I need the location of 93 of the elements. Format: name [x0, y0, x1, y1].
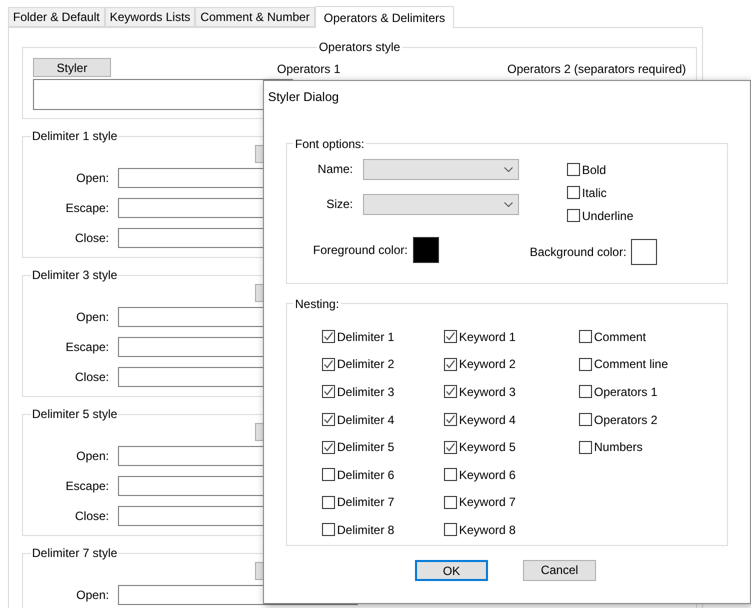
checkbox[interactable]: [444, 523, 457, 536]
checkbox[interactable]: [567, 186, 580, 200]
checkbox[interactable]: [444, 330, 457, 344]
check-icon: [323, 414, 334, 426]
checkbox-label: Keyword 2: [459, 356, 516, 374]
checkbox[interactable]: [322, 496, 335, 509]
tab[interactable]: Keywords Lists: [104, 7, 196, 27]
field-label: Escape:: [64, 200, 109, 217]
checkbox[interactable]: [579, 330, 592, 344]
checkbox-label: Keyword 4: [459, 412, 516, 429]
dialog-button[interactable]: Cancel: [523, 560, 596, 581]
checkbox[interactable]: [444, 358, 457, 371]
checkbox-label: Delimiter 2: [337, 356, 394, 374]
checkbox[interactable]: [322, 385, 335, 398]
dialog-title: Styler Dialog: [268, 89, 340, 106]
checkbox-label: Bold: [582, 162, 606, 179]
field-label: Name:: [316, 161, 353, 178]
check-icon: [445, 442, 456, 453]
chevron-down-icon: [504, 202, 513, 207]
checkbox-label: Delimiter 3: [337, 384, 394, 401]
tab[interactable]: Comment & Number: [195, 7, 315, 27]
styler-button[interactable]: Styler: [33, 58, 111, 77]
checkbox-label: Delimiter 5: [337, 439, 394, 456]
checkbox[interactable]: [444, 496, 457, 509]
checkbox-label: Keyword 3: [459, 384, 516, 401]
checkbox[interactable]: [322, 523, 335, 536]
checkbox[interactable]: [579, 385, 592, 398]
check-icon: [323, 358, 334, 370]
group-title: Font options:: [294, 136, 366, 153]
checkbox[interactable]: [579, 413, 592, 426]
field-label: Operators 2 (separators required): [507, 61, 686, 78]
checkbox[interactable]: [322, 440, 335, 454]
checkbox-label: Underline: [582, 208, 634, 225]
field-label: Open:: [75, 309, 109, 326]
checkbox-label: Keyword 5: [459, 439, 516, 456]
checkbox-label: Delimiter 7: [337, 494, 394, 512]
check-icon: [323, 386, 334, 398]
dialog-button[interactable]: OK: [415, 560, 488, 581]
tab[interactable]: Folder & Default: [8, 7, 105, 27]
field-label: Escape:: [64, 339, 109, 356]
checkbox-label: Comment: [594, 328, 646, 346]
color-label: Foreground color:: [313, 242, 408, 259]
group-title: Delimiter 5 style: [31, 406, 118, 423]
checkbox-label: Delimiter 4: [337, 412, 394, 429]
checkbox-label: Operators 1: [594, 384, 658, 401]
checkbox-label: Keyword 1: [459, 328, 516, 346]
checkbox-label: Italic: [582, 184, 607, 202]
group-title: Delimiter 1 style: [31, 128, 118, 145]
field-label: Open:: [75, 587, 109, 604]
checkbox[interactable]: [444, 413, 457, 426]
checkbox-label: Delimiter 6: [337, 466, 394, 484]
check-icon: [323, 331, 334, 342]
checkbox[interactable]: [567, 209, 580, 222]
check-icon: [445, 358, 456, 370]
checkbox-label: Keyword 7: [459, 494, 516, 512]
checkbox[interactable]: [579, 440, 592, 454]
checkbox[interactable]: [444, 440, 457, 454]
field-label: Size:: [325, 196, 353, 214]
checkbox-label: Operators 2: [594, 412, 658, 429]
group-title: Delimiter 3 style: [31, 267, 118, 284]
checkbox[interactable]: [444, 468, 457, 482]
field-label: Operators 1: [277, 61, 340, 78]
checkbox[interactable]: [444, 385, 457, 398]
field-label: Open:: [75, 170, 109, 187]
checkbox[interactable]: [322, 468, 335, 482]
check-icon: [323, 442, 334, 453]
field-label: Close:: [74, 369, 109, 386]
field-label: Escape:: [64, 478, 109, 495]
check-icon: [445, 414, 456, 426]
tab[interactable]: Operators & Delimiters: [314, 6, 454, 28]
checkbox[interactable]: [322, 358, 335, 371]
color-swatch[interactable]: [412, 236, 439, 263]
color-swatch[interactable]: [631, 238, 658, 265]
checkbox-label: Comment line: [594, 356, 668, 374]
checkbox[interactable]: [322, 413, 335, 426]
group-title: Nesting:: [294, 296, 340, 313]
field-label: Close:: [74, 508, 109, 525]
chevron-down-icon: [504, 166, 513, 172]
checkbox-label: Keyword 8: [459, 522, 516, 539]
field-label: Open:: [75, 448, 109, 465]
checkbox[interactable]: [322, 330, 335, 344]
color-label: Background color:: [530, 244, 626, 261]
field-label: Close:: [74, 230, 109, 247]
checkbox-label: Delimiter 8: [337, 522, 394, 539]
checkbox-label: Numbers: [594, 439, 643, 456]
group-title: Operators style: [318, 39, 402, 56]
checkbox-label: Delimiter 1: [337, 328, 394, 346]
check-icon: [445, 386, 456, 398]
check-icon: [445, 331, 456, 342]
checkbox[interactable]: [567, 163, 580, 176]
checkbox-label: Keyword 6: [459, 466, 516, 484]
checkbox[interactable]: [579, 358, 592, 371]
group-title: Delimiter 7 style: [31, 545, 118, 562]
